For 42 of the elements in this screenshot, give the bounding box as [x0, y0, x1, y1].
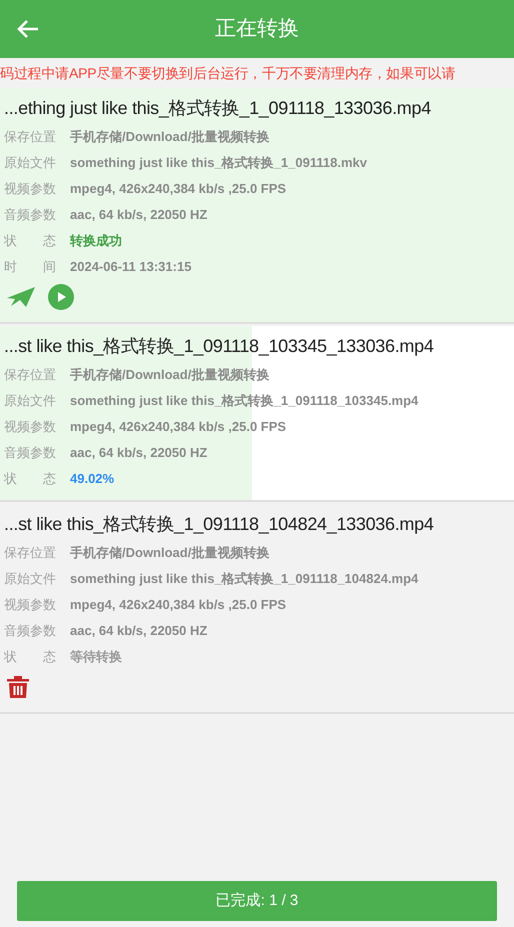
field-value: aac, 64 kb/s, 22050 HZ: [70, 444, 208, 462]
field-value: aac, 64 kb/s, 22050 HZ: [70, 622, 208, 640]
field-value: 转换成功: [70, 232, 122, 250]
field-label: 状 态: [4, 648, 57, 666]
file-title: ...st like this_格式转换_1_091118_103345_133036.mp4: [4, 335, 435, 358]
field-value: something just like this_格式转换_1_091118_104824.mp4: [70, 570, 418, 588]
file-title: ...st like this_格式转换_1_091118_104824_133036.mp4: [4, 513, 435, 536]
field-value: 手机存储/Download/批量视频转换: [70, 544, 270, 562]
field-label: 原始文件: [4, 570, 57, 588]
field-label: 音频参数: [4, 444, 57, 462]
field-value: 手机存储/Download/批量视频转换: [70, 366, 270, 384]
field-value: mpeg4, 426x240,384 kb/s ,25.0 FPS: [70, 418, 286, 436]
field-value: 2024-06-11 13:31:15: [70, 258, 192, 276]
field-label: 音频参数: [4, 206, 57, 224]
field-value: aac, 64 kb/s, 22050 HZ: [70, 206, 208, 224]
field-label: 音频参数: [4, 622, 57, 640]
notice-text: 码过程中请APP尽量不要切换到后台运行，千万不要清理内存，如果可以请: [0, 64, 456, 82]
field-label: 保存位置: [4, 128, 57, 146]
field-label: 视频参数: [4, 418, 57, 436]
field-value: mpeg4, 426x240,384 kb/s ,25.0 FPS: [70, 596, 286, 614]
field-label: 保存位置: [4, 366, 57, 384]
field-value: 手机存储/Download/批量视频转换: [70, 128, 270, 146]
field-label: 状 态: [4, 470, 57, 488]
field-value: something just like this_格式转换_1_091118.mkv: [70, 154, 367, 172]
play-icon[interactable]: [48, 284, 74, 310]
field-value: something just like this_格式转换_1_091118_103345.mp4: [70, 392, 418, 410]
field-value: 49.02%: [70, 470, 114, 488]
field-label: 保存位置: [4, 544, 57, 562]
field-label: 时 间: [4, 258, 57, 276]
field-label: 原始文件: [4, 392, 57, 410]
field-label: 视频参数: [4, 596, 57, 614]
back-arrow-icon[interactable]: [16, 19, 40, 39]
completed-button[interactable]: 已完成: 1 / 3: [17, 881, 497, 921]
trash-icon[interactable]: [6, 675, 30, 699]
header-title: 正在转换: [215, 16, 299, 42]
paper-plane-icon[interactable]: [6, 286, 36, 308]
file-title: ...ething just like this_格式转换_1_091118_133036.mp4: [4, 97, 432, 120]
field-value: mpeg4, 426x240,384 kb/s ,25.0 FPS: [70, 180, 286, 198]
field-value: 等待转换: [70, 648, 122, 666]
field-label: 原始文件: [4, 154, 57, 172]
field-label: 状 态: [4, 232, 57, 250]
field-label: 视频参数: [4, 180, 57, 198]
